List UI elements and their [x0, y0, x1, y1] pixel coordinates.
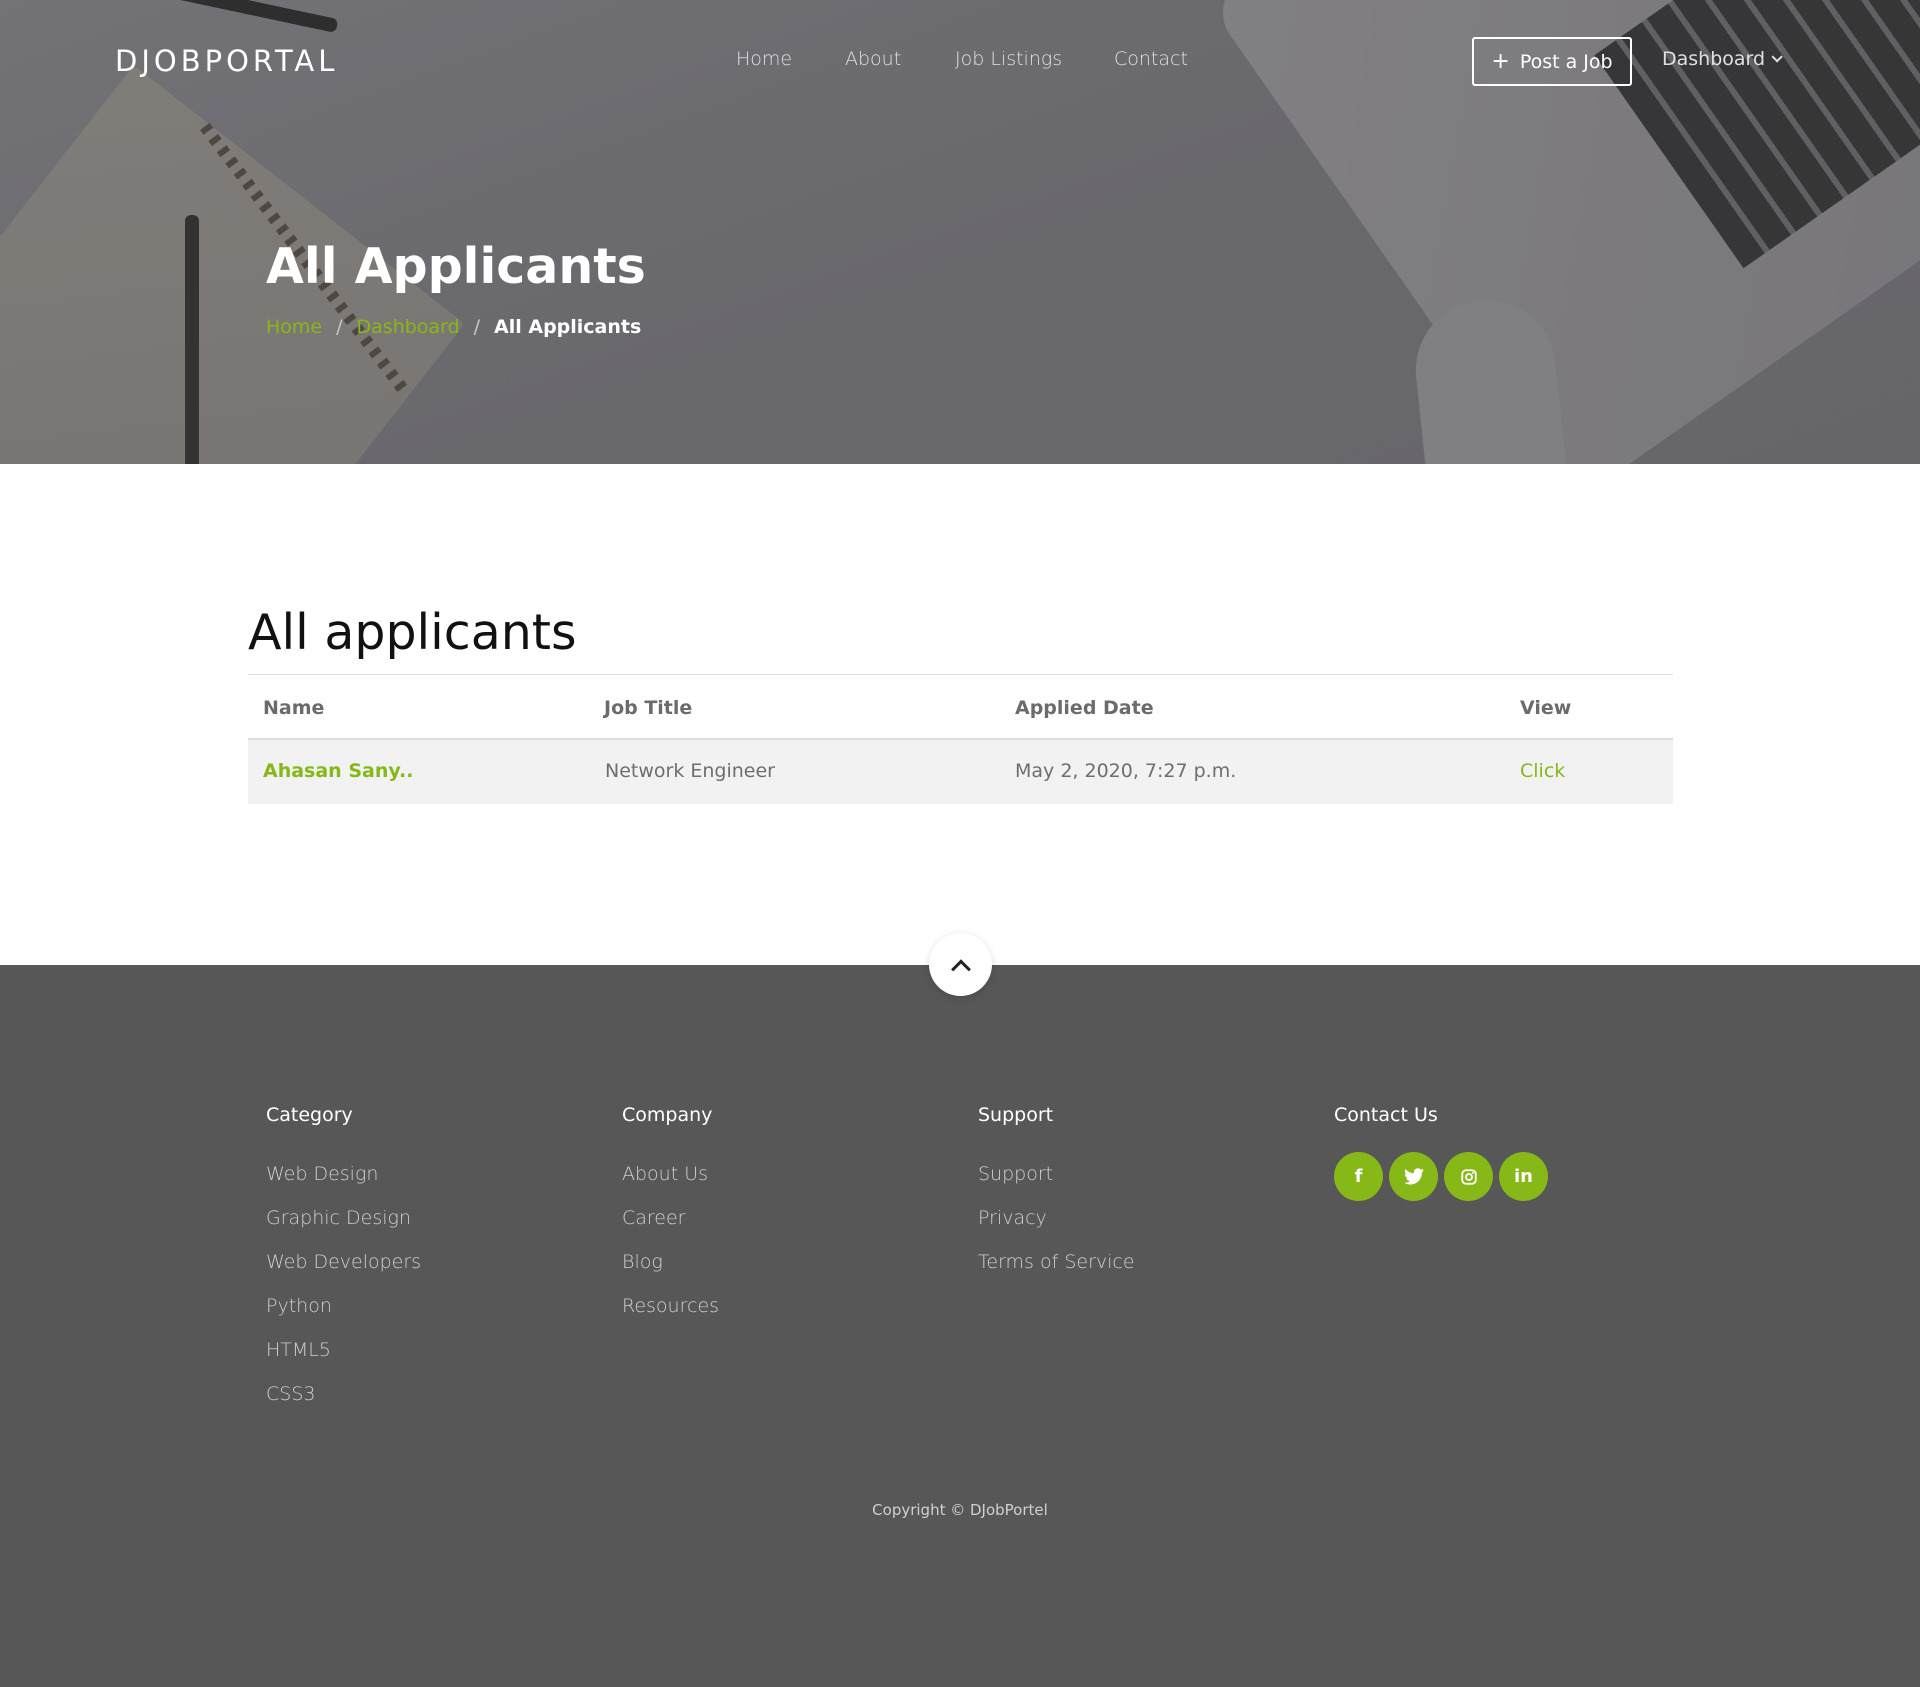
- applicants-table: Name Job Title Applied Date View Ahasan …: [248, 674, 1673, 804]
- footer-contact-column: Contact Us f in: [1334, 1104, 1548, 1201]
- copyright-text: Copyright © DJobPortel: [872, 1501, 1048, 1519]
- footer-link[interactable]: Career: [622, 1196, 719, 1240]
- footer-link[interactable]: Web Developers: [266, 1240, 421, 1284]
- footer-category-title: Category: [266, 1104, 353, 1126]
- breadcrumb-dashboard[interactable]: Dashboard: [357, 316, 460, 338]
- column-header-applied-date: Applied Date: [1015, 697, 1154, 719]
- nav-contact[interactable]: Contact: [1114, 48, 1188, 70]
- breadcrumb: Home / Dashboard / All Applicants: [266, 316, 641, 338]
- view-applicant-link[interactable]: Click: [1520, 760, 1565, 782]
- applicant-name-link[interactable]: Ahasan Sany..: [263, 760, 413, 782]
- linkedin-icon[interactable]: in: [1499, 1152, 1548, 1201]
- footer-support-title: Support: [978, 1104, 1054, 1126]
- table-header: Name Job Title Applied Date View: [248, 674, 1673, 740]
- footer-link[interactable]: Resources: [622, 1284, 719, 1328]
- table-row: Ahasan Sany.. Network Engineer May 2, 20…: [248, 740, 1673, 804]
- breadcrumb-current: All Applicants: [494, 316, 642, 338]
- column-header-view: View: [1520, 697, 1572, 719]
- breadcrumb-separator: /: [473, 316, 481, 338]
- plus-icon: +: [1491, 48, 1510, 74]
- nav-home[interactable]: Home: [736, 48, 792, 70]
- back-to-top-button[interactable]: [929, 933, 992, 996]
- footer-link[interactable]: Terms of Service: [978, 1240, 1135, 1284]
- chevron-up-icon: [950, 958, 971, 979]
- footer-contact-title: Contact Us: [1334, 1104, 1438, 1126]
- breadcrumb-home[interactable]: Home: [266, 316, 322, 338]
- footer-link[interactable]: About Us: [622, 1152, 719, 1196]
- applicant-job-title: Network Engineer: [605, 760, 775, 782]
- footer-link[interactable]: Python: [266, 1284, 421, 1328]
- site-logo[interactable]: DJOBPORTAL: [115, 44, 338, 78]
- footer-company-title: Company: [622, 1104, 713, 1126]
- dashboard-label: Dashboard: [1662, 48, 1766, 70]
- footer-link[interactable]: Graphic Design: [266, 1196, 421, 1240]
- footer-link[interactable]: Privacy: [978, 1196, 1135, 1240]
- hero-banner: DJOBPORTAL Home About Job Listings Conta…: [0, 0, 1920, 464]
- applicant-applied-date: May 2, 2020, 7:27 p.m.: [1015, 760, 1237, 782]
- page-title: All Applicants: [266, 238, 646, 295]
- facebook-icon[interactable]: f: [1334, 1152, 1383, 1201]
- footer-link[interactable]: Web Design: [266, 1152, 421, 1196]
- footer-link[interactable]: CSS3: [266, 1372, 421, 1416]
- column-header-name: Name: [263, 697, 325, 719]
- footer-link[interactable]: Support: [978, 1152, 1135, 1196]
- post-job-label: Post a Job: [1519, 50, 1613, 73]
- nav-job-listings[interactable]: Job Listings: [955, 48, 1062, 70]
- social-links: f in: [1334, 1152, 1548, 1201]
- instagram-icon[interactable]: [1444, 1152, 1493, 1201]
- footer-company-column: Company About Us Career Blog Resources: [622, 1104, 719, 1328]
- footer-support-column: Support Support Privacy Terms of Service: [978, 1104, 1135, 1284]
- footer-category-column: Category Web Design Graphic Design Web D…: [266, 1104, 421, 1416]
- nav-about[interactable]: About: [845, 48, 901, 70]
- footer-link[interactable]: Blog: [622, 1240, 719, 1284]
- breadcrumb-separator: /: [336, 316, 343, 338]
- twitter-icon[interactable]: [1389, 1152, 1438, 1201]
- dashboard-dropdown[interactable]: Dashboard: [1662, 48, 1783, 70]
- post-job-button[interactable]: + Post a Job: [1472, 37, 1632, 86]
- column-header-job-title: Job Title: [604, 697, 693, 719]
- footer-link[interactable]: HTML5: [266, 1328, 421, 1372]
- section-title: All applicants: [248, 604, 577, 661]
